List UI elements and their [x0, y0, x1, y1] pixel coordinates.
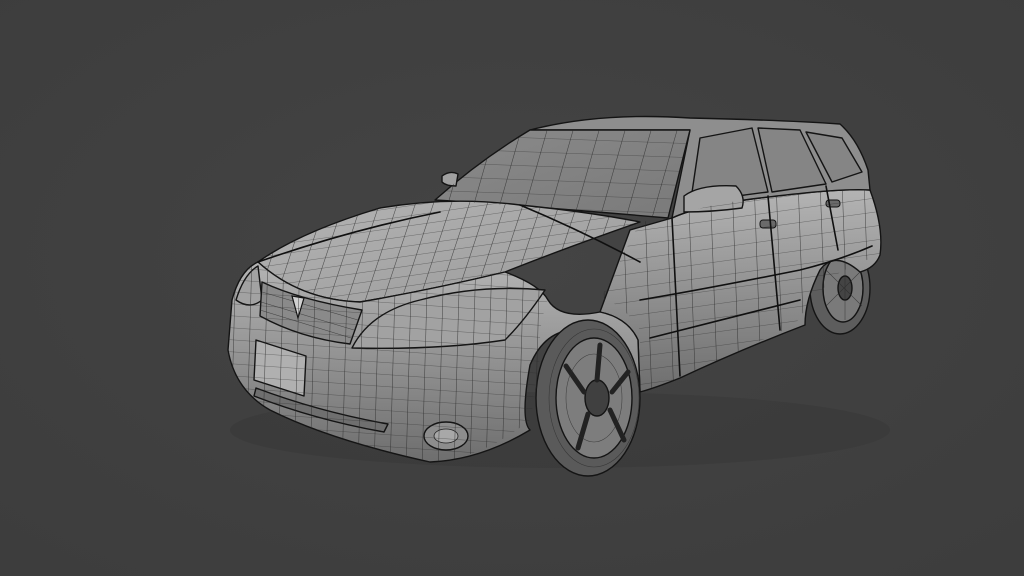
3d-viewport[interactable] — [0, 0, 1024, 576]
car-wireframe-render[interactable] — [0, 0, 1024, 576]
far-side-mirror — [441, 171, 459, 187]
front-wheel[interactable] — [535, 319, 641, 477]
